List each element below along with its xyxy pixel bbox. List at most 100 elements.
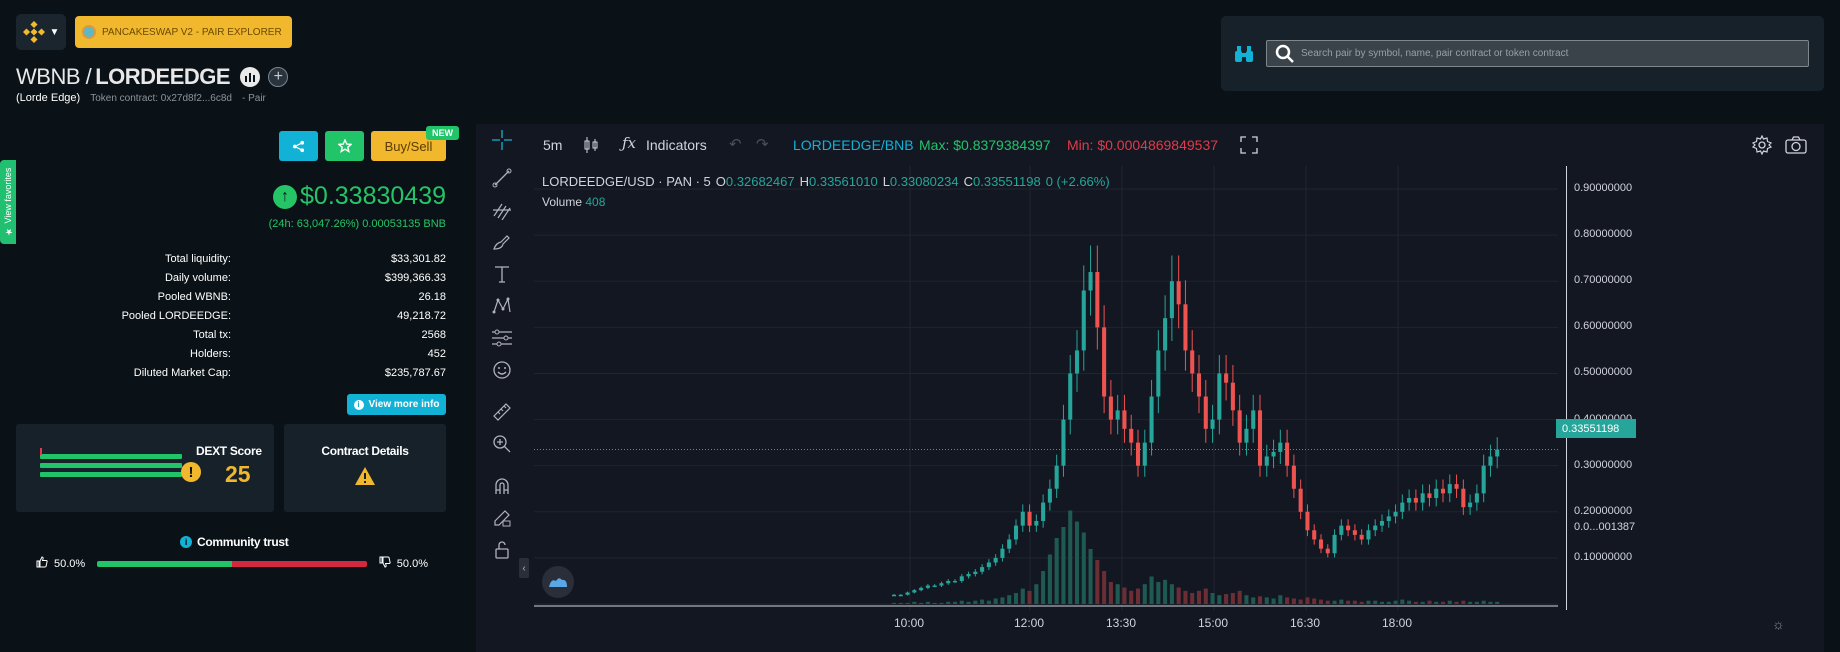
brush-icon[interactable] bbox=[490, 230, 514, 254]
time-axis-label: 18:00 bbox=[1382, 616, 1413, 630]
volume-bar bbox=[1474, 601, 1479, 604]
dex-badge[interactable]: PANCAKESWAP V2 - PAIR EXPLORER bbox=[75, 16, 292, 48]
search-input[interactable] bbox=[1301, 48, 1808, 59]
volume-bar bbox=[891, 602, 897, 604]
crosshair-icon[interactable] bbox=[490, 128, 514, 152]
fib-retracement-icon[interactable] bbox=[490, 198, 514, 222]
price-axis[interactable]: 0.90000000 0.80000000 0.70000000 0.60000000… bbox=[1566, 124, 1636, 652]
candle bbox=[1400, 502, 1405, 512]
candle bbox=[1027, 511, 1032, 526]
time-axis-label: 16:30 bbox=[1290, 616, 1321, 630]
search-box[interactable] bbox=[1266, 40, 1809, 67]
time-axis-label: 12:00 bbox=[1014, 616, 1045, 630]
indicators-button[interactable]: Indicators bbox=[646, 137, 707, 153]
volume-bar bbox=[1183, 590, 1188, 604]
price-axis-label: 0.10000000 bbox=[1574, 550, 1633, 563]
volume-bar bbox=[1237, 590, 1242, 604]
collapse-toolbar-icon[interactable]: ‹ bbox=[519, 558, 529, 578]
token-contract[interactable]: Token contract: 0x27d8f2...6c8d bbox=[90, 93, 232, 104]
candle bbox=[919, 587, 924, 591]
theme-toggle-icon[interactable]: ☼ bbox=[1772, 616, 1785, 632]
legend-symbol: LORDEEDGE/USD · PAN · 5 bbox=[542, 174, 711, 189]
dext-bar bbox=[40, 472, 182, 477]
token-logo-icon[interactable] bbox=[240, 67, 261, 87]
candle bbox=[1366, 530, 1371, 540]
more-info-label: View more info bbox=[368, 399, 440, 410]
ruler-icon[interactable] bbox=[490, 400, 514, 424]
add-icon[interactable]: + bbox=[268, 67, 289, 87]
candle bbox=[1169, 281, 1174, 319]
price-change-24h: (24h: 63,047.26%) 0.00053135 BNB bbox=[268, 218, 446, 230]
fullscreen-icon[interactable] bbox=[1240, 136, 1258, 157]
price-axis-label: 0.80000000 bbox=[1574, 228, 1633, 241]
zoom-in-icon[interactable] bbox=[490, 432, 514, 456]
pair-link[interactable]: - Pair bbox=[242, 93, 266, 104]
chart-panel[interactable]: 5m ƒx Indicators ↶ ↷ LORDEEDGE/BNB Max: … bbox=[476, 124, 1824, 652]
candle bbox=[1041, 502, 1046, 522]
redo-icon[interactable]: ↷ bbox=[756, 135, 769, 153]
candlestick-icon[interactable] bbox=[583, 136, 599, 157]
volume-bar bbox=[1257, 596, 1263, 604]
undo-icon[interactable]: ↶ bbox=[729, 135, 742, 153]
token-name: (Lorde Edge) bbox=[16, 92, 81, 104]
trend-line-icon[interactable] bbox=[490, 166, 514, 190]
warning-icon: ! bbox=[181, 462, 201, 482]
favorite-button[interactable] bbox=[325, 131, 364, 161]
price-axis-label: 0.50000000 bbox=[1574, 366, 1633, 379]
tradingview-logo-icon[interactable] bbox=[542, 566, 574, 598]
trust-bad-fill bbox=[232, 560, 367, 567]
volume-bar bbox=[1224, 594, 1229, 604]
view-more-info-button[interactable]: i View more info bbox=[347, 394, 446, 415]
volume-bar bbox=[1054, 538, 1059, 604]
volume-bar bbox=[919, 602, 924, 604]
candle bbox=[1108, 396, 1113, 420]
camera-icon[interactable] bbox=[1785, 136, 1807, 157]
candle bbox=[912, 590, 917, 593]
chain-selector[interactable]: ▼ bbox=[16, 14, 66, 50]
lock-drawing-icon[interactable] bbox=[490, 506, 514, 530]
volume-bar bbox=[1379, 601, 1385, 604]
volume-bar bbox=[1027, 590, 1032, 604]
candle bbox=[1407, 497, 1412, 503]
gear-icon[interactable] bbox=[1751, 134, 1773, 158]
share-button[interactable] bbox=[279, 131, 318, 161]
candle bbox=[1196, 373, 1202, 397]
dext-bar bbox=[40, 454, 182, 459]
pair-stats: Total liquidity: $33,301.82 Daily volume:… bbox=[100, 253, 446, 386]
dext-bar bbox=[40, 463, 182, 468]
price-axis-label: 0.20000000 bbox=[1574, 504, 1633, 517]
candle bbox=[1095, 272, 1100, 328]
pattern-icon[interactable] bbox=[490, 294, 514, 318]
candlestick-chart[interactable] bbox=[534, 166, 1558, 610]
dext-score-card[interactable]: DEXT Score ! 25 bbox=[16, 424, 274, 512]
stat-row: Total tx: 2568 bbox=[193, 329, 446, 341]
prediction-icon[interactable] bbox=[490, 326, 514, 350]
thumbs-up-icon[interactable] bbox=[36, 556, 48, 571]
view-favorites-tab[interactable]: ★ View favorites bbox=[0, 160, 16, 244]
volume-bar bbox=[973, 600, 978, 604]
volume-bar bbox=[1068, 510, 1073, 604]
candle bbox=[891, 594, 897, 597]
volume-bar bbox=[946, 601, 951, 604]
candle bbox=[1373, 525, 1378, 531]
timeframe-button[interactable]: 5m bbox=[543, 137, 562, 153]
warning-triangle-icon bbox=[354, 466, 376, 486]
magnet-icon[interactable] bbox=[490, 474, 514, 498]
candle bbox=[1217, 373, 1222, 420]
trust-good-fill bbox=[97, 560, 232, 567]
thumbs-down-icon[interactable] bbox=[379, 556, 391, 571]
volume-bar bbox=[1020, 588, 1025, 604]
info-icon: i bbox=[353, 399, 364, 410]
price-value: $0.33830439 bbox=[300, 182, 446, 210]
candle bbox=[1054, 465, 1059, 489]
candle bbox=[1352, 530, 1357, 535]
candle bbox=[1257, 410, 1263, 466]
volume-bar bbox=[1176, 587, 1181, 604]
volume-bar bbox=[1142, 584, 1147, 604]
text-icon[interactable] bbox=[490, 262, 514, 286]
candle bbox=[1102, 327, 1107, 397]
emoji-icon[interactable] bbox=[490, 358, 514, 382]
contract-details-card[interactable]: Contract Details bbox=[284, 424, 446, 512]
unlock-icon[interactable] bbox=[490, 538, 514, 562]
community-trust-bar: 50.0% 50.0% bbox=[36, 556, 428, 571]
